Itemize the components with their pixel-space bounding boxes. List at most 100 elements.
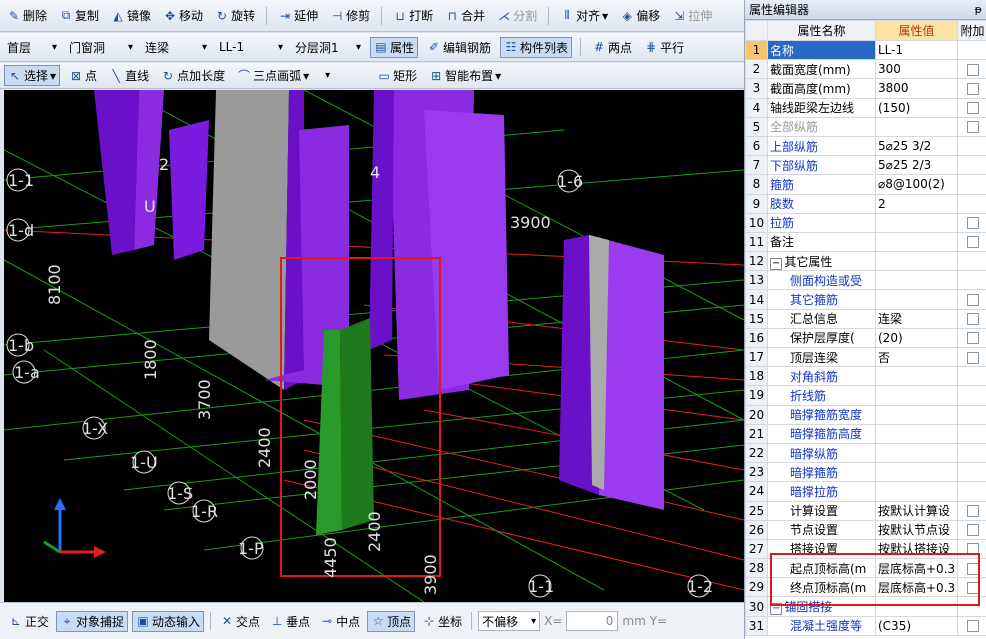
collapse-icon[interactable]: − bbox=[770, 257, 783, 270]
property-row[interactable]: 8 箍筋 ⌀8@100(2) bbox=[745, 174, 986, 195]
attach-checkbox[interactable] bbox=[966, 236, 979, 249]
property-value[interactable] bbox=[875, 212, 958, 233]
property-row[interactable]: 26 节点设置 按默认节点设 bbox=[745, 519, 986, 540]
property-value[interactable]: LL-1 bbox=[875, 39, 958, 61]
attach-checkbox[interactable] bbox=[966, 313, 979, 326]
property-row[interactable]: 18 对角斜筋 bbox=[745, 366, 986, 387]
property-value[interactable] bbox=[875, 270, 958, 291]
property-value[interactable] bbox=[875, 442, 958, 464]
coord-snap[interactable]: ⊹ 坐标 bbox=[419, 612, 465, 631]
select-button[interactable]: ↖ 选择 ▾ bbox=[4, 65, 61, 86]
property-value[interactable]: (150) bbox=[875, 97, 958, 118]
ortho-toggle[interactable]: ⊾ 正交 bbox=[6, 612, 52, 631]
property-value[interactable] bbox=[875, 481, 958, 502]
collapse-icon[interactable]: − bbox=[770, 603, 783, 616]
drawing-canvas[interactable]: 1-1 1-d 1-b 1-a 1-X 1-U 1-S 1-R 1-P 1-6 … bbox=[4, 90, 744, 602]
point-length-button[interactable]: ↻ 点加长度 bbox=[158, 66, 228, 85]
offset-button[interactable]: ◈ 偏移 bbox=[617, 6, 663, 25]
property-row[interactable]: 5 全部纵筋 bbox=[745, 116, 986, 137]
property-row[interactable]: 12− 其它属性 bbox=[745, 251, 986, 272]
intersect-snap[interactable]: ✕ 交点 bbox=[217, 612, 263, 631]
property-row[interactable]: 13 侧面构造或受 bbox=[745, 270, 986, 291]
property-value[interactable]: ⌀8@100(2) bbox=[875, 174, 958, 195]
property-value[interactable]: 连梁 bbox=[875, 308, 958, 329]
copy-button[interactable]: ⧉ 复制 bbox=[56, 6, 102, 25]
parallel-button[interactable]: ⋕ 平行 bbox=[641, 38, 687, 57]
attach-checkbox[interactable] bbox=[966, 102, 979, 115]
property-row[interactable]: 25 计算设置 按默认计算设 bbox=[745, 500, 986, 521]
element-select[interactable]: LL-1 bbox=[216, 37, 286, 57]
layer-select[interactable]: 分层洞1 bbox=[292, 37, 364, 57]
property-row[interactable]: 9 肢数 2 bbox=[745, 193, 986, 214]
property-row[interactable]: 17 顶层连梁 否 bbox=[745, 346, 986, 368]
attach-checkbox[interactable] bbox=[966, 543, 979, 556]
offset-mode-select[interactable]: 不偏移 bbox=[478, 611, 541, 631]
move-button[interactable]: ✥ 移动 bbox=[160, 6, 206, 25]
property-row[interactable]: 20 暗撑箍筋宽度 bbox=[745, 404, 986, 425]
perp-snap[interactable]: ⊥ 垂点 bbox=[267, 612, 313, 631]
property-row[interactable]: 22 暗撑纵筋 bbox=[745, 442, 986, 464]
property-value[interactable] bbox=[875, 462, 958, 483]
property-value[interactable]: 按默认节点设 bbox=[875, 519, 958, 540]
property-value[interactable]: 2 bbox=[875, 193, 958, 214]
attach-checkbox[interactable] bbox=[966, 562, 979, 575]
vertex-snap[interactable]: ☆ 顶点 bbox=[367, 610, 416, 632]
property-row[interactable]: 15 汇总信息 连梁 bbox=[745, 308, 986, 329]
attach-checkbox[interactable] bbox=[966, 63, 979, 76]
extend-button[interactable]: ⇥ 延伸 bbox=[275, 6, 321, 25]
merge-button[interactable]: ⊓ 合并 bbox=[442, 6, 488, 25]
property-row[interactable]: 11 备注 bbox=[745, 231, 986, 253]
type-select[interactable]: 连梁 bbox=[142, 37, 210, 57]
component-list-button[interactable]: ☷ 构件列表 bbox=[500, 36, 573, 58]
property-value[interactable] bbox=[875, 404, 958, 425]
x-input[interactable]: 0 bbox=[566, 611, 619, 631]
delete-button[interactable]: ✎ 删除 bbox=[4, 6, 50, 25]
property-value[interactable] bbox=[875, 116, 958, 137]
properties-button[interactable]: ▤ 属性 bbox=[370, 36, 419, 58]
property-row[interactable]: 16 保护层厚度((20) bbox=[745, 327, 986, 349]
line-button[interactable]: ╲ 直线 bbox=[106, 66, 152, 85]
property-row[interactable]: 4 轴线距梁左边线 (150) bbox=[745, 97, 986, 118]
property-value[interactable] bbox=[875, 423, 958, 444]
property-value[interactable]: 层底标高+0.3 bbox=[875, 577, 958, 598]
property-row[interactable]: 1 名称 LL-1 bbox=[745, 39, 986, 61]
property-row[interactable]: 23 暗撑箍筋 bbox=[745, 462, 986, 483]
stretch-button[interactable]: ⇲ 拉伸 bbox=[669, 6, 715, 25]
attach-checkbox[interactable] bbox=[966, 620, 979, 633]
rect-button[interactable]: ▭ 矩形 bbox=[374, 66, 420, 85]
property-row[interactable]: 3 截面高度(mm) 3800 bbox=[745, 78, 986, 99]
property-row[interactable]: 14 其它箍筋 bbox=[745, 289, 986, 310]
property-value[interactable]: 5⌀25 2/3 bbox=[875, 155, 958, 176]
property-row[interactable]: 27 搭接设置 按默认搭接设 bbox=[745, 538, 986, 560]
property-row[interactable]: 2 截面宽度(mm) 300 bbox=[745, 59, 986, 80]
property-row[interactable]: 21 暗撑箍筋高度 bbox=[745, 423, 986, 444]
break-button[interactable]: ⊔ 打断 bbox=[390, 6, 436, 25]
edit-rebar-button[interactable]: ✐ 编辑钢筋 bbox=[424, 38, 494, 57]
attach-checkbox[interactable] bbox=[966, 294, 979, 307]
dyn-input-toggle[interactable]: ▣ 动态输入 bbox=[132, 610, 205, 632]
attach-checkbox[interactable] bbox=[966, 581, 979, 594]
property-value[interactable]: (20) bbox=[875, 327, 958, 349]
split-button[interactable]: ⋌ 分割 bbox=[494, 6, 540, 25]
rotate-button[interactable]: ↻ 旋转 bbox=[212, 6, 258, 25]
point-button[interactable]: ⊠ 点 bbox=[66, 66, 100, 85]
attach-checkbox[interactable] bbox=[966, 82, 979, 95]
property-value[interactable]: 按默认计算设 bbox=[875, 500, 958, 521]
draw-mode-select[interactable] bbox=[318, 66, 368, 86]
property-value[interactable] bbox=[875, 366, 958, 387]
property-value[interactable] bbox=[875, 596, 958, 617]
property-value[interactable]: (C35) bbox=[875, 615, 958, 636]
attach-checkbox[interactable] bbox=[966, 505, 979, 518]
two-points-button[interactable]: # 两点 bbox=[589, 38, 635, 57]
property-row[interactable]: 30− 锚固搭接 bbox=[745, 596, 986, 617]
property-value[interactable]: 3800 bbox=[875, 78, 958, 99]
attach-checkbox[interactable] bbox=[966, 121, 979, 134]
attach-checkbox[interactable] bbox=[966, 332, 979, 345]
property-value[interactable]: 300 bbox=[875, 59, 958, 80]
smart-layout-button[interactable]: ⊞ 智能布置 ▾ bbox=[426, 66, 504, 85]
category-select[interactable]: 门窗洞 bbox=[66, 37, 136, 57]
property-value[interactable] bbox=[875, 385, 958, 406]
property-row[interactable]: 29 终点顶标高(m 层底标高+0.3 bbox=[745, 577, 986, 598]
floor-select[interactable]: 首层 bbox=[4, 37, 60, 57]
property-row[interactable]: 31 混凝土强度等 (C35) bbox=[745, 615, 986, 636]
